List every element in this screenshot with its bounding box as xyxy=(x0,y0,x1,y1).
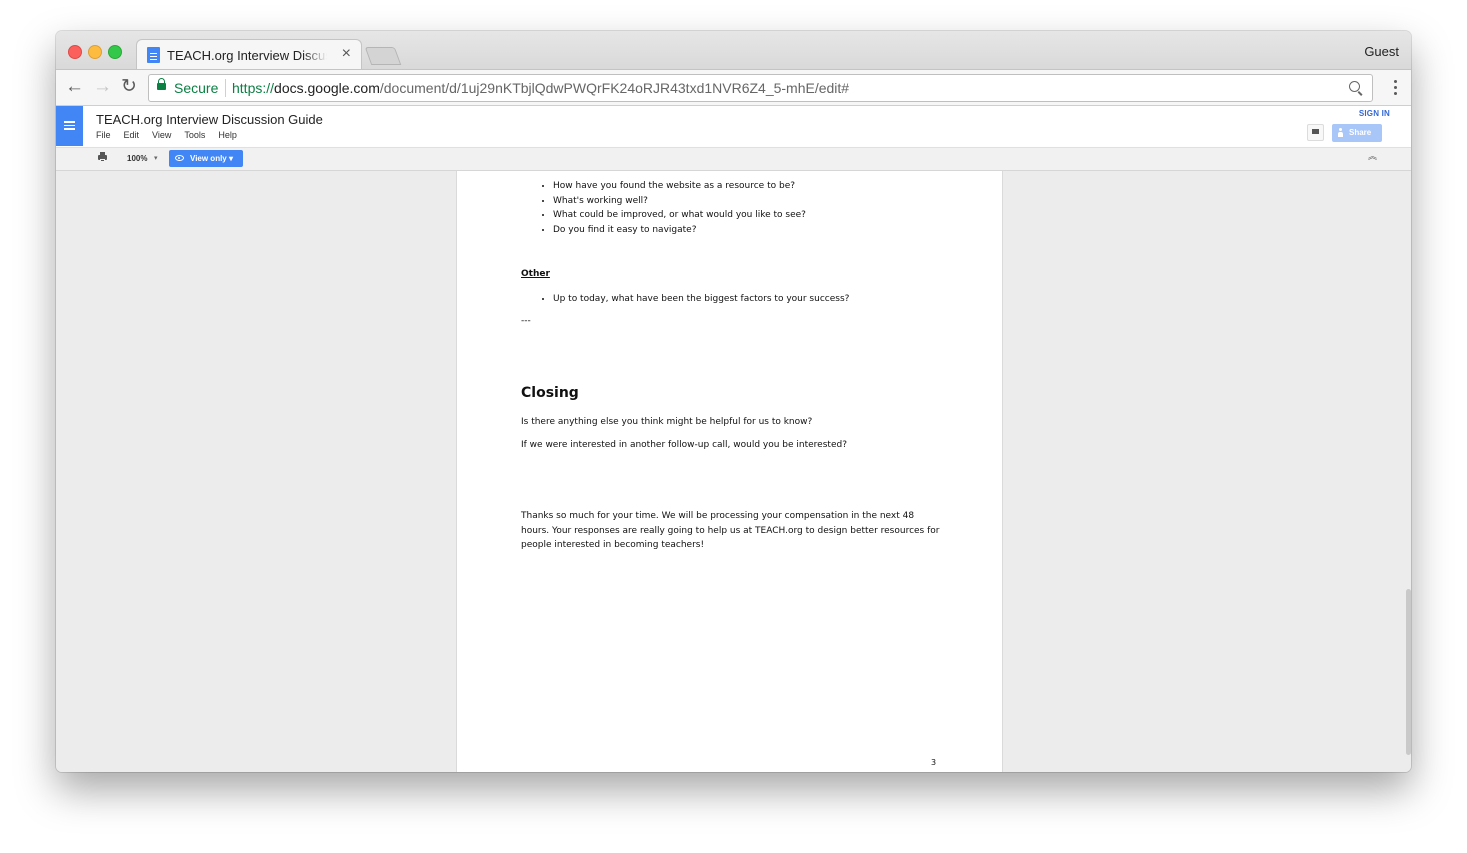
address-bar[interactable]: Secure https://docs.google.com/document/… xyxy=(148,74,1373,102)
browser-menu-icon[interactable] xyxy=(1394,80,1397,98)
tab-strip: TEACH.org Interview Discussion Guide × G… xyxy=(56,31,1411,69)
browser-tab[interactable]: TEACH.org Interview Discussion Guide × xyxy=(136,39,362,69)
back-arrow-icon[interactable]: ← xyxy=(65,77,84,97)
document-canvas: How have you found the website as a reso… xyxy=(56,171,1411,772)
comment-icon xyxy=(1312,129,1319,134)
navigation-bar: ← → ↻ Secure https://docs.google.com/doc… xyxy=(56,69,1411,106)
tab-title: TEACH.org Interview Discussion Guide xyxy=(167,48,327,63)
docs-logo-icon[interactable] xyxy=(56,106,83,146)
bullet-list-website: How have you found the website as a reso… xyxy=(537,179,806,237)
url-path: /document/d/1uj29nKTbjlQdwPWQrFK24oRJR43… xyxy=(379,80,850,96)
secure-label: Secure xyxy=(174,80,219,96)
list-item: What could be improved, or what would yo… xyxy=(553,208,806,223)
close-window-button[interactable] xyxy=(68,45,82,59)
url-text[interactable]: https://docs.google.com/document/d/1uj29… xyxy=(232,80,849,96)
url-scheme: https:// xyxy=(232,80,275,96)
sign-in-link[interactable]: SIGN IN xyxy=(1359,109,1390,118)
menu-file[interactable]: File xyxy=(96,130,111,140)
zoom-select[interactable]: 100% xyxy=(127,154,147,163)
new-tab-button[interactable] xyxy=(364,47,402,65)
browser-window: TEACH.org Interview Discussion Guide × G… xyxy=(56,31,1411,772)
tab-close-icon[interactable]: × xyxy=(342,45,351,63)
menu-edit[interactable]: Edit xyxy=(124,130,140,140)
eye-icon xyxy=(175,155,184,161)
closing-question-2: If we were interested in another follow-… xyxy=(521,440,847,450)
bullet-list-other: Up to today, what have been the biggest … xyxy=(537,292,849,307)
url-host: docs.google.com xyxy=(274,80,380,96)
document-title: TEACH.org Interview Discussion Guide xyxy=(96,112,323,127)
docs-toolbar: 100% ▾ View only ▾ ︽ xyxy=(56,147,1411,171)
minimize-window-button[interactable] xyxy=(88,45,102,59)
lock-icon xyxy=(157,78,166,90)
list-item: Do you find it easy to navigate? xyxy=(553,223,806,238)
print-icon[interactable] xyxy=(98,152,107,162)
vertical-scrollbar[interactable] xyxy=(1406,589,1411,755)
zoom-window-button[interactable] xyxy=(108,45,122,59)
closing-question-1: Is there anything else you think might b… xyxy=(521,417,813,427)
forward-arrow-icon[interactable]: → xyxy=(93,77,112,97)
list-item: Up to today, what have been the biggest … xyxy=(553,292,849,307)
menu-bar: File Edit View Tools Help xyxy=(96,130,237,140)
section-heading-closing: Closing xyxy=(521,385,579,401)
profile-guest[interactable]: Guest xyxy=(1364,44,1399,59)
section-heading-other: Other xyxy=(521,269,550,279)
address-divider xyxy=(225,79,226,97)
docs-header: TEACH.org Interview Discussion Guide Fil… xyxy=(56,106,1411,147)
reload-icon[interactable]: ↻ xyxy=(121,77,137,97)
menu-view[interactable]: View xyxy=(152,130,171,140)
share-button[interactable]: Share xyxy=(1332,124,1382,142)
thanks-paragraph: Thanks so much for your time. We will be… xyxy=(521,511,940,550)
view-only-label: View only ▾ xyxy=(190,154,233,163)
person-icon xyxy=(1338,128,1343,138)
document-page: How have you found the website as a reso… xyxy=(456,171,1003,772)
page-number: 3 xyxy=(931,758,937,767)
view-only-button[interactable]: View only ▾ xyxy=(169,150,243,167)
menu-tools[interactable]: Tools xyxy=(184,130,205,140)
search-icon[interactable] xyxy=(1349,81,1360,92)
comments-button[interactable] xyxy=(1307,124,1324,141)
zoom-caret-icon[interactable]: ▾ xyxy=(154,154,158,162)
list-item: What's working well? xyxy=(553,194,806,209)
list-item: How have you found the website as a reso… xyxy=(553,179,806,194)
share-label: Share xyxy=(1349,128,1372,137)
google-docs-favicon-icon xyxy=(147,47,160,63)
collapse-menu-icon[interactable]: ︽ xyxy=(1368,152,1377,161)
separator-text: --- xyxy=(521,316,531,326)
menu-help[interactable]: Help xyxy=(218,130,237,140)
